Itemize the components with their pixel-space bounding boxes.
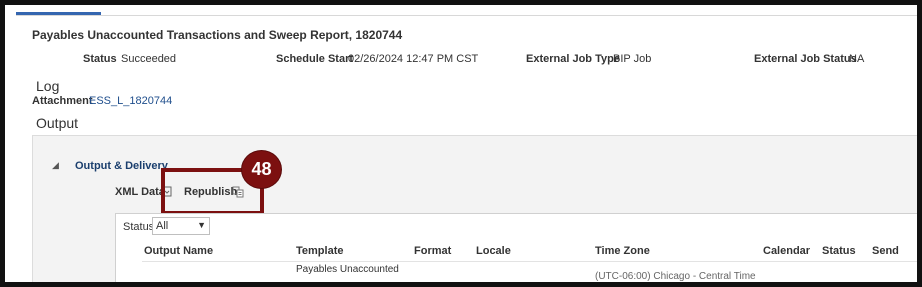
header-divider xyxy=(142,261,917,262)
column-header-output-name[interactable]: Output Name xyxy=(144,245,213,257)
external-job-type-label: External Job Type xyxy=(526,53,620,65)
status-filter-label: Status xyxy=(123,221,155,233)
row-1-template: Payables Unaccounted xyxy=(296,264,399,275)
page-content: Payables Unaccounted Transactions and Sw… xyxy=(5,5,917,282)
external-job-status-value: NA xyxy=(849,53,865,65)
column-header-time-zone[interactable]: Time Zone xyxy=(595,245,650,257)
external-job-status-label: External Job Status xyxy=(754,53,857,65)
page-title: Payables Unaccounted Transactions and Sw… xyxy=(32,28,403,42)
column-header-locale[interactable]: Locale xyxy=(476,245,511,257)
column-header-send[interactable]: Send xyxy=(872,245,899,257)
top-divider xyxy=(16,15,917,16)
column-header-calendar[interactable]: Calendar xyxy=(763,245,810,257)
screenshot-frame: Payables Unaccounted Transactions and Sw… xyxy=(0,0,922,287)
xml-data-label: XML Data xyxy=(115,186,165,198)
attachment-label: Attachment xyxy=(32,95,93,107)
attachment-link[interactable]: ESS_L_1820744 xyxy=(89,95,172,107)
row-1-time-zone: (UTC-06:00) Chicago - Central Time xyxy=(595,271,756,282)
external-job-type-value: BIP Job xyxy=(613,53,652,65)
log-heading: Log xyxy=(36,78,60,94)
schedule-start-label: Schedule Start xyxy=(276,53,354,65)
status-value: Succeeded xyxy=(121,53,177,65)
column-header-template[interactable]: Template xyxy=(296,245,343,257)
status-filter-value: All xyxy=(156,220,169,232)
status-label: Status xyxy=(83,53,117,65)
column-header-status[interactable]: Status xyxy=(822,245,856,257)
schedule-start-value: 02/26/2024 12:47 PM CST xyxy=(348,53,479,65)
dropdown-arrow-icon: ▼ xyxy=(197,220,206,230)
step-badge: 48 xyxy=(242,151,281,188)
output-heading: Output xyxy=(36,115,79,131)
triangle-down-icon[interactable]: ◢ xyxy=(52,160,59,171)
output-delivery-header[interactable]: Output & Delivery xyxy=(75,160,168,172)
column-header-format[interactable]: Format xyxy=(414,245,451,257)
status-filter-select[interactable]: All ▼ xyxy=(152,217,210,235)
